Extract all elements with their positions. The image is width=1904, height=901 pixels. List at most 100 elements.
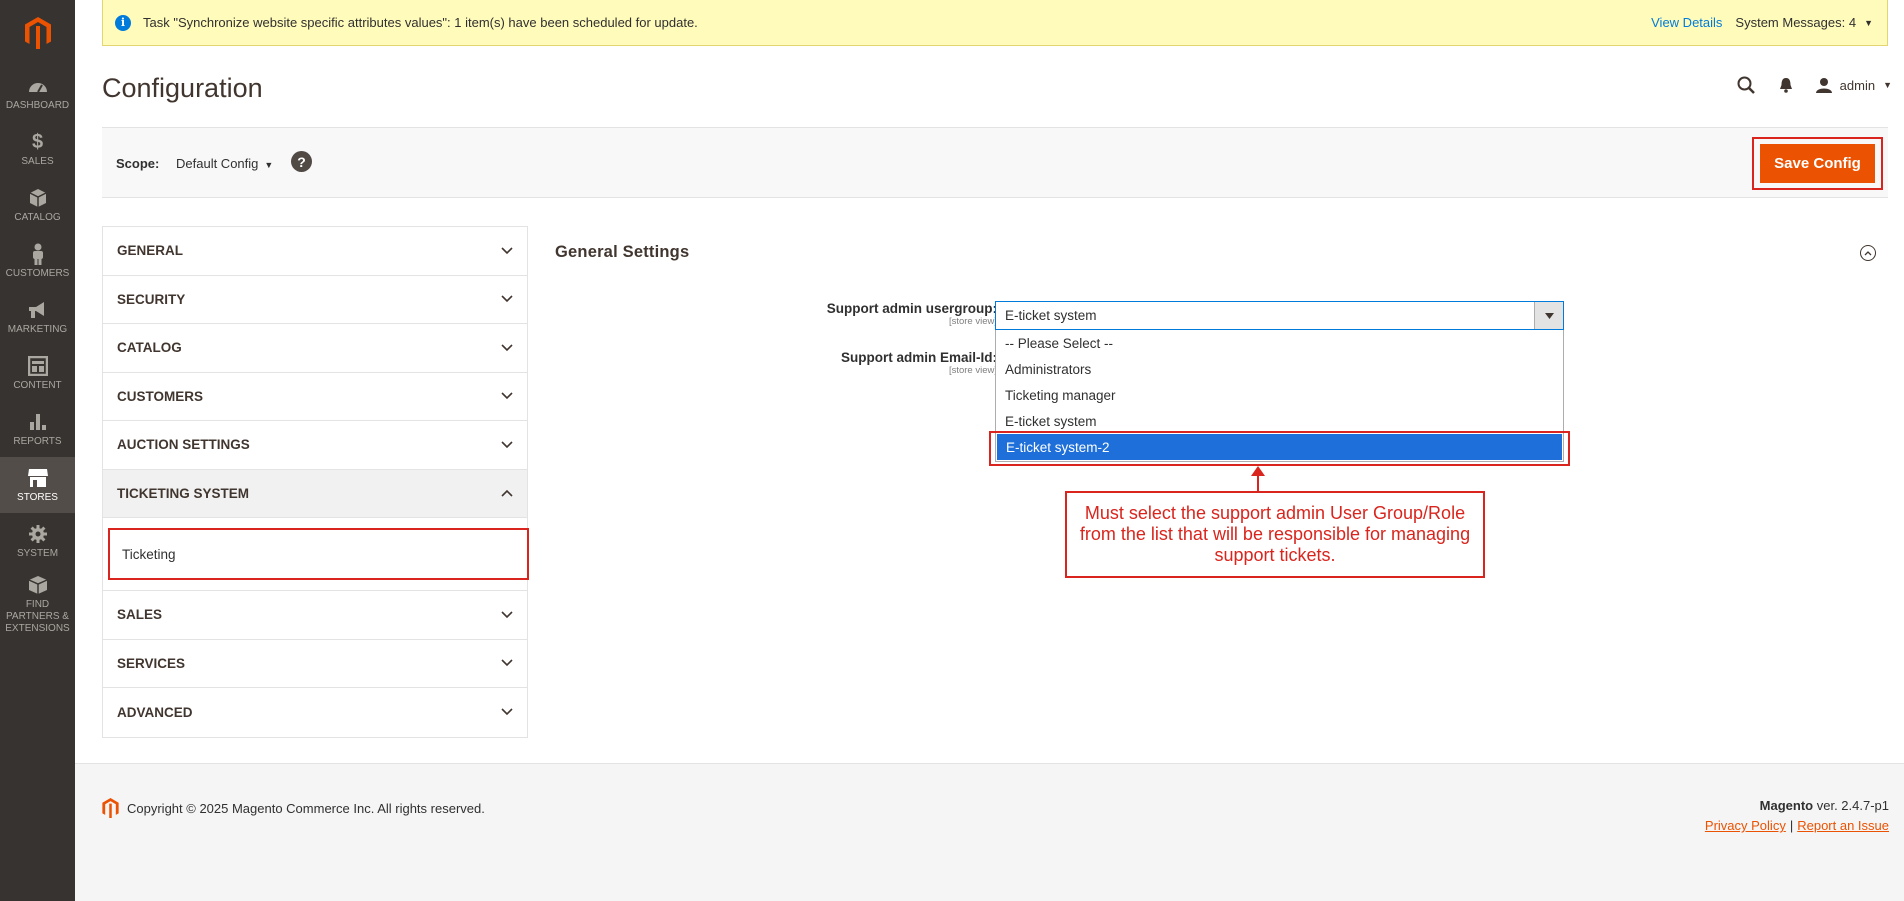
- option-e-ticket-system-2[interactable]: E-ticket system-2: [997, 434, 1562, 460]
- chevron-down-icon: [501, 706, 513, 718]
- nav-label: STORES: [17, 492, 58, 503]
- bar-chart-icon: [28, 411, 48, 433]
- scope-switcher[interactable]: Default Config ▼: [176, 156, 273, 171]
- chevron-down-icon: ▼: [1883, 80, 1892, 90]
- copyright: Copyright © 2025 Magento Commerce Inc. A…: [102, 798, 485, 818]
- bell-icon[interactable]: [1766, 70, 1806, 100]
- system-message-text: Task "Synchronize website specific attri…: [143, 15, 698, 30]
- footer-separator: |: [1789, 818, 1794, 833]
- page-title: Configuration: [102, 73, 263, 103]
- tab-auction-settings[interactable]: AUCTION SETTINGS: [103, 421, 527, 470]
- search-icon[interactable]: [1726, 70, 1766, 100]
- admin-sidebar: DASHBOARD $ SALES CATALOG CUSTOMERS MARK…: [0, 0, 75, 901]
- option-e-ticket-system[interactable]: E-ticket system: [996, 408, 1563, 434]
- nav-label: FIND PARTNERS & EXTENSIONS: [5, 598, 70, 634]
- nav-dashboard[interactable]: DASHBOARD: [0, 65, 75, 121]
- option-administrators[interactable]: Administrators: [996, 356, 1563, 382]
- annotation-arrow-head: [1251, 466, 1265, 476]
- layout-icon: [27, 355, 48, 377]
- header-actions: admin ▼: [1726, 70, 1892, 100]
- dashboard-icon: [28, 75, 48, 97]
- ticketing-subtab-group: Ticketing: [103, 518, 529, 591]
- admin-user-menu[interactable]: admin ▼: [1815, 77, 1892, 93]
- chevron-down-icon: ▼: [264, 160, 274, 170]
- nav-reports[interactable]: REPORTS: [0, 401, 75, 457]
- info-icon: i: [115, 14, 131, 31]
- nav-system[interactable]: SYSTEM: [0, 513, 75, 569]
- report-issue-link[interactable]: Report an Issue: [1797, 818, 1889, 833]
- nav-find-partners[interactable]: FIND PARTNERS & EXTENSIONS: [0, 569, 75, 639]
- tab-security[interactable]: SECURITY: [103, 276, 527, 324]
- tab-general[interactable]: GENERAL: [103, 227, 527, 276]
- user-icon: [1815, 78, 1832, 93]
- subtab-ticketing[interactable]: Ticketing: [108, 528, 529, 580]
- person-icon: [31, 243, 45, 265]
- chevron-down-icon: [501, 439, 513, 451]
- chevron-down-icon: [501, 657, 513, 669]
- box-icon: [28, 574, 48, 596]
- cube-icon: [29, 187, 47, 209]
- version-info: Magento ver. 2.4.7-p1 Privacy Policy | Rep…: [1705, 798, 1889, 833]
- option-ticketing-manager[interactable]: Ticketing manager: [996, 382, 1563, 408]
- chevron-down-icon: [501, 390, 513, 402]
- email-label: Support admin Email-Id: [store view]: [841, 350, 997, 376]
- tab-services[interactable]: SERVICES: [103, 640, 527, 688]
- tab-sales[interactable]: SALES: [103, 591, 527, 640]
- magento-logo-icon: [24, 16, 51, 49]
- email-label-text: Support admin Email-Id:: [840, 350, 997, 365]
- system-messages-count[interactable]: System Messages: 4: [1735, 15, 1856, 30]
- store-icon: [27, 467, 49, 489]
- nav-stores[interactable]: STORES: [0, 457, 75, 513]
- version-text: ver. 2.4.7-p1: [1813, 798, 1889, 813]
- nav-content[interactable]: CONTENT: [0, 345, 75, 401]
- nav-sales[interactable]: $ SALES: [0, 121, 75, 177]
- tab-label: CATALOG: [117, 340, 182, 356]
- tab-label: ADVANCED: [117, 704, 193, 720]
- tab-ticketing-system[interactable]: TICKETING SYSTEM: [103, 469, 527, 518]
- config-tabs: GENERAL SECURITY CATALOG CUSTOMERS AUCTI…: [102, 226, 529, 738]
- chevron-down-icon[interactable]: ▼: [1864, 18, 1873, 28]
- tab-label: SERVICES: [117, 655, 186, 671]
- nav-customers[interactable]: CUSTOMERS: [0, 233, 75, 289]
- nav-label: MARKETING: [7, 324, 68, 335]
- magento-logo[interactable]: [0, 0, 75, 65]
- save-config-button[interactable]: Save Config: [1760, 144, 1875, 183]
- nav-marketing[interactable]: MARKETING: [0, 289, 75, 345]
- chevron-down-icon: [501, 245, 513, 257]
- scope-label: Scope:: [116, 156, 160, 171]
- select-value: E-ticket system: [1005, 308, 1097, 323]
- usergroup-select[interactable]: E-ticket system: [995, 301, 1564, 330]
- chevron-down-icon: [501, 293, 513, 305]
- chevron-down-icon: [501, 342, 513, 354]
- usergroup-label: Support admin usergroup: [store view]: [827, 301, 997, 327]
- tab-label: SALES: [117, 607, 163, 623]
- gear-icon: [28, 523, 48, 545]
- brand-name: Magento: [1759, 798, 1814, 813]
- megaphone-icon: [27, 299, 49, 321]
- tab-customers[interactable]: CUSTOMERS: [103, 373, 527, 421]
- chevron-down-icon: [501, 609, 513, 621]
- tab-label: AUCTION SETTINGS: [117, 437, 250, 453]
- nav-label: CATALOG: [14, 212, 61, 223]
- help-icon[interactable]: ?: [291, 151, 312, 172]
- tab-advanced[interactable]: ADVANCED: [103, 688, 527, 737]
- scope-hint: [store view]: [948, 316, 997, 327]
- chevron-up-icon: [501, 487, 513, 499]
- tab-label: GENERAL: [117, 243, 184, 259]
- privacy-policy-link[interactable]: Privacy Policy: [1705, 818, 1786, 833]
- collapse-icon[interactable]: [1860, 245, 1876, 261]
- nav-label: CONTENT: [13, 380, 62, 391]
- chevron-down-icon[interactable]: [1534, 302, 1563, 329]
- option-please-select[interactable]: -- Please Select --: [996, 330, 1563, 356]
- nav-label: REPORTS: [13, 436, 62, 447]
- annotation-note: Must select the support admin User Group…: [1065, 491, 1485, 578]
- nav-label: SYSTEM: [16, 548, 59, 559]
- view-details-link[interactable]: View Details: [1651, 15, 1722, 30]
- admin-username: admin: [1839, 77, 1876, 93]
- nav-catalog[interactable]: CATALOG: [0, 177, 75, 233]
- nav-label: CUSTOMERS: [5, 268, 70, 279]
- scope-bar: Scope: Default Config ▼ ? Save Config: [102, 127, 1888, 198]
- tab-catalog[interactable]: CATALOG: [103, 324, 527, 373]
- section-title[interactable]: General Settings: [555, 243, 689, 262]
- dollar-icon: $: [31, 130, 44, 153]
